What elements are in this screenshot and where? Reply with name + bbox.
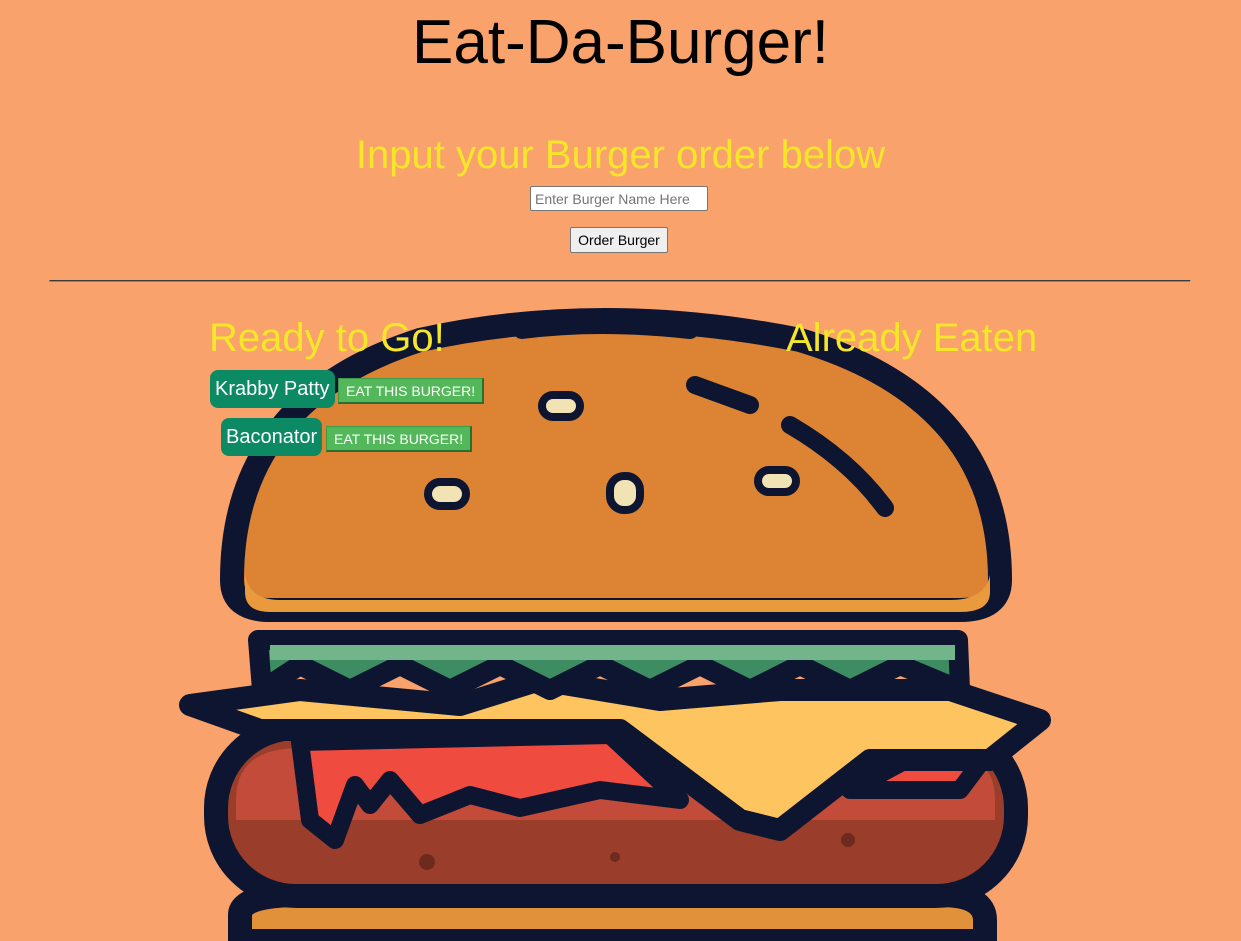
list-item: Krabby Patty EAT THIS BURGER!: [210, 370, 485, 408]
burger-name-badge: Baconator: [221, 418, 323, 456]
ready-to-go-heading: Ready to Go!: [209, 316, 445, 360]
order-form-heading: Input your Burger order below: [355, 133, 886, 177]
eat-burger-button[interactable]: EAT THIS BURGER!: [338, 378, 485, 404]
list-item: Baconator EAT THIS BURGER!: [221, 418, 473, 456]
page-title: Eat-Da-Burger!: [412, 8, 829, 77]
burger-name-input[interactable]: [530, 186, 708, 211]
section-divider: [49, 280, 1191, 282]
eat-burger-button[interactable]: EAT THIS BURGER!: [326, 426, 473, 452]
order-burger-button[interactable]: Order Burger: [570, 227, 668, 253]
burger-name-badge: Krabby Patty: [210, 370, 335, 408]
already-eaten-heading: Already Eaten: [786, 316, 1038, 360]
